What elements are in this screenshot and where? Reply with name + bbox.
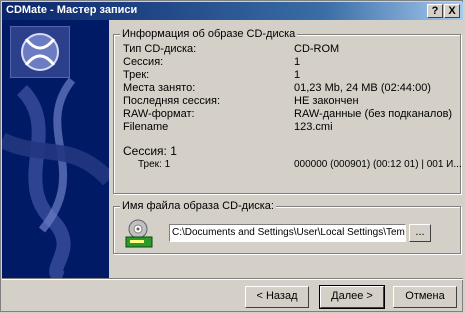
cd-drive-icon [124, 219, 158, 249]
back-button[interactable]: < Назад [245, 286, 309, 308]
image-info-legend: Информация об образе CD-диска [120, 28, 298, 40]
info-value-raw-format: RAW-данные (без подканалов) [294, 108, 453, 120]
browse-button[interactable]: ... [409, 224, 431, 242]
info-label-cd-type: Тип CD-диска: [123, 43, 197, 55]
next-button[interactable]: Далее > [319, 285, 385, 309]
banner-swirl-graphic [2, 77, 109, 278]
image-file-legend: Имя файла образа CD-диска: [120, 200, 276, 212]
image-info-group: Информация об образе CD-диска Тип CD-дис… [113, 28, 462, 194]
button-separator [2, 278, 463, 280]
info-label-raw-format: RAW-формат: [123, 108, 195, 120]
track-info: 000000 (000901) (00:12 01) | 001 И... [294, 159, 462, 170]
wizard-content: Информация об образе CD-диска Тип CD-дис… [109, 20, 463, 278]
title-bar[interactable]: CDMate - Мастер записи ? X [2, 2, 463, 20]
info-label-track: Трек: [123, 69, 150, 81]
wizard-banner [2, 20, 109, 278]
info-value-session: 1 [294, 56, 301, 68]
session-header: Сессия: 1 [123, 144, 177, 158]
info-value-track: 1 [294, 69, 301, 81]
info-value-last-session: НЕ закончен [294, 95, 359, 107]
wizard-window: CDMate - Мастер записи ? X Информация об… [0, 0, 463, 312]
image-file-group: Имя файла образа CD-диска: C:\Documents … [113, 200, 461, 254]
info-label-session: Сессия: [123, 56, 164, 68]
help-button[interactable]: ? [427, 4, 443, 18]
info-label-filename: Filename [123, 121, 169, 133]
close-button[interactable]: X [444, 4, 460, 18]
info-label-space-used: Места занято: [123, 82, 196, 94]
cancel-button[interactable]: Отмена [393, 286, 457, 308]
info-label-last-session: Последняя сессия: [123, 95, 221, 107]
info-value-filename: 123.cmi [294, 121, 333, 133]
info-value-space-used: 01,23 Mb, 24 MB (02:44:00) [294, 82, 431, 94]
window-title: CDMate - Мастер записи [6, 4, 138, 16]
image-path-input[interactable]: C:\Documents and Settings\User\Local Set… [169, 224, 406, 242]
info-value-cd-type: CD-ROM [294, 43, 340, 55]
track-label: Трек: 1 [138, 159, 171, 170]
